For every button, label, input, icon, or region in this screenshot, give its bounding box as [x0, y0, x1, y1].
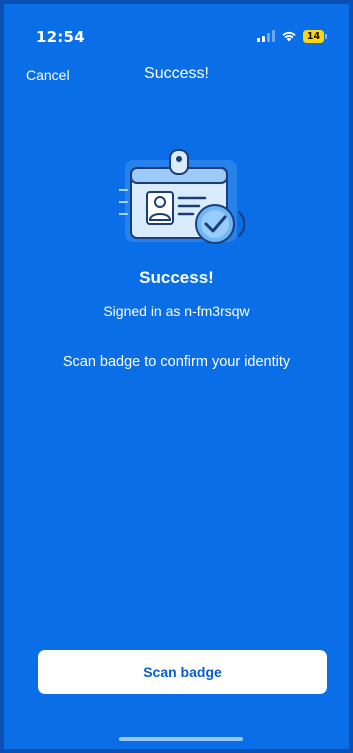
wifi-icon: [282, 31, 296, 42]
success-screen: 12:54 14 Cancel Success! Success! Signed…: [0, 0, 353, 753]
signal-icon: [257, 30, 275, 42]
success-heading: Success!: [139, 268, 214, 287]
battery-level: 14: [303, 29, 324, 43]
battery-icon: 14: [303, 29, 327, 43]
battery-cap: [325, 33, 327, 39]
instruction-text: Scan badge to confirm your identity: [62, 354, 291, 370]
status-time: 12:54: [36, 28, 85, 46]
nav-bar: Cancel Success!: [4, 59, 349, 93]
status-icons: 14: [257, 28, 327, 44]
status-bar: 12:54 14: [4, 4, 349, 56]
home-indicator[interactable]: [119, 737, 243, 741]
signed-in-text: Signed in as n-fm3rsqw: [103, 303, 250, 319]
scan-badge-button[interactable]: Scan badge: [38, 650, 327, 694]
nav-title: Success!: [144, 65, 209, 82]
id-badge-check-icon: [119, 149, 246, 244]
